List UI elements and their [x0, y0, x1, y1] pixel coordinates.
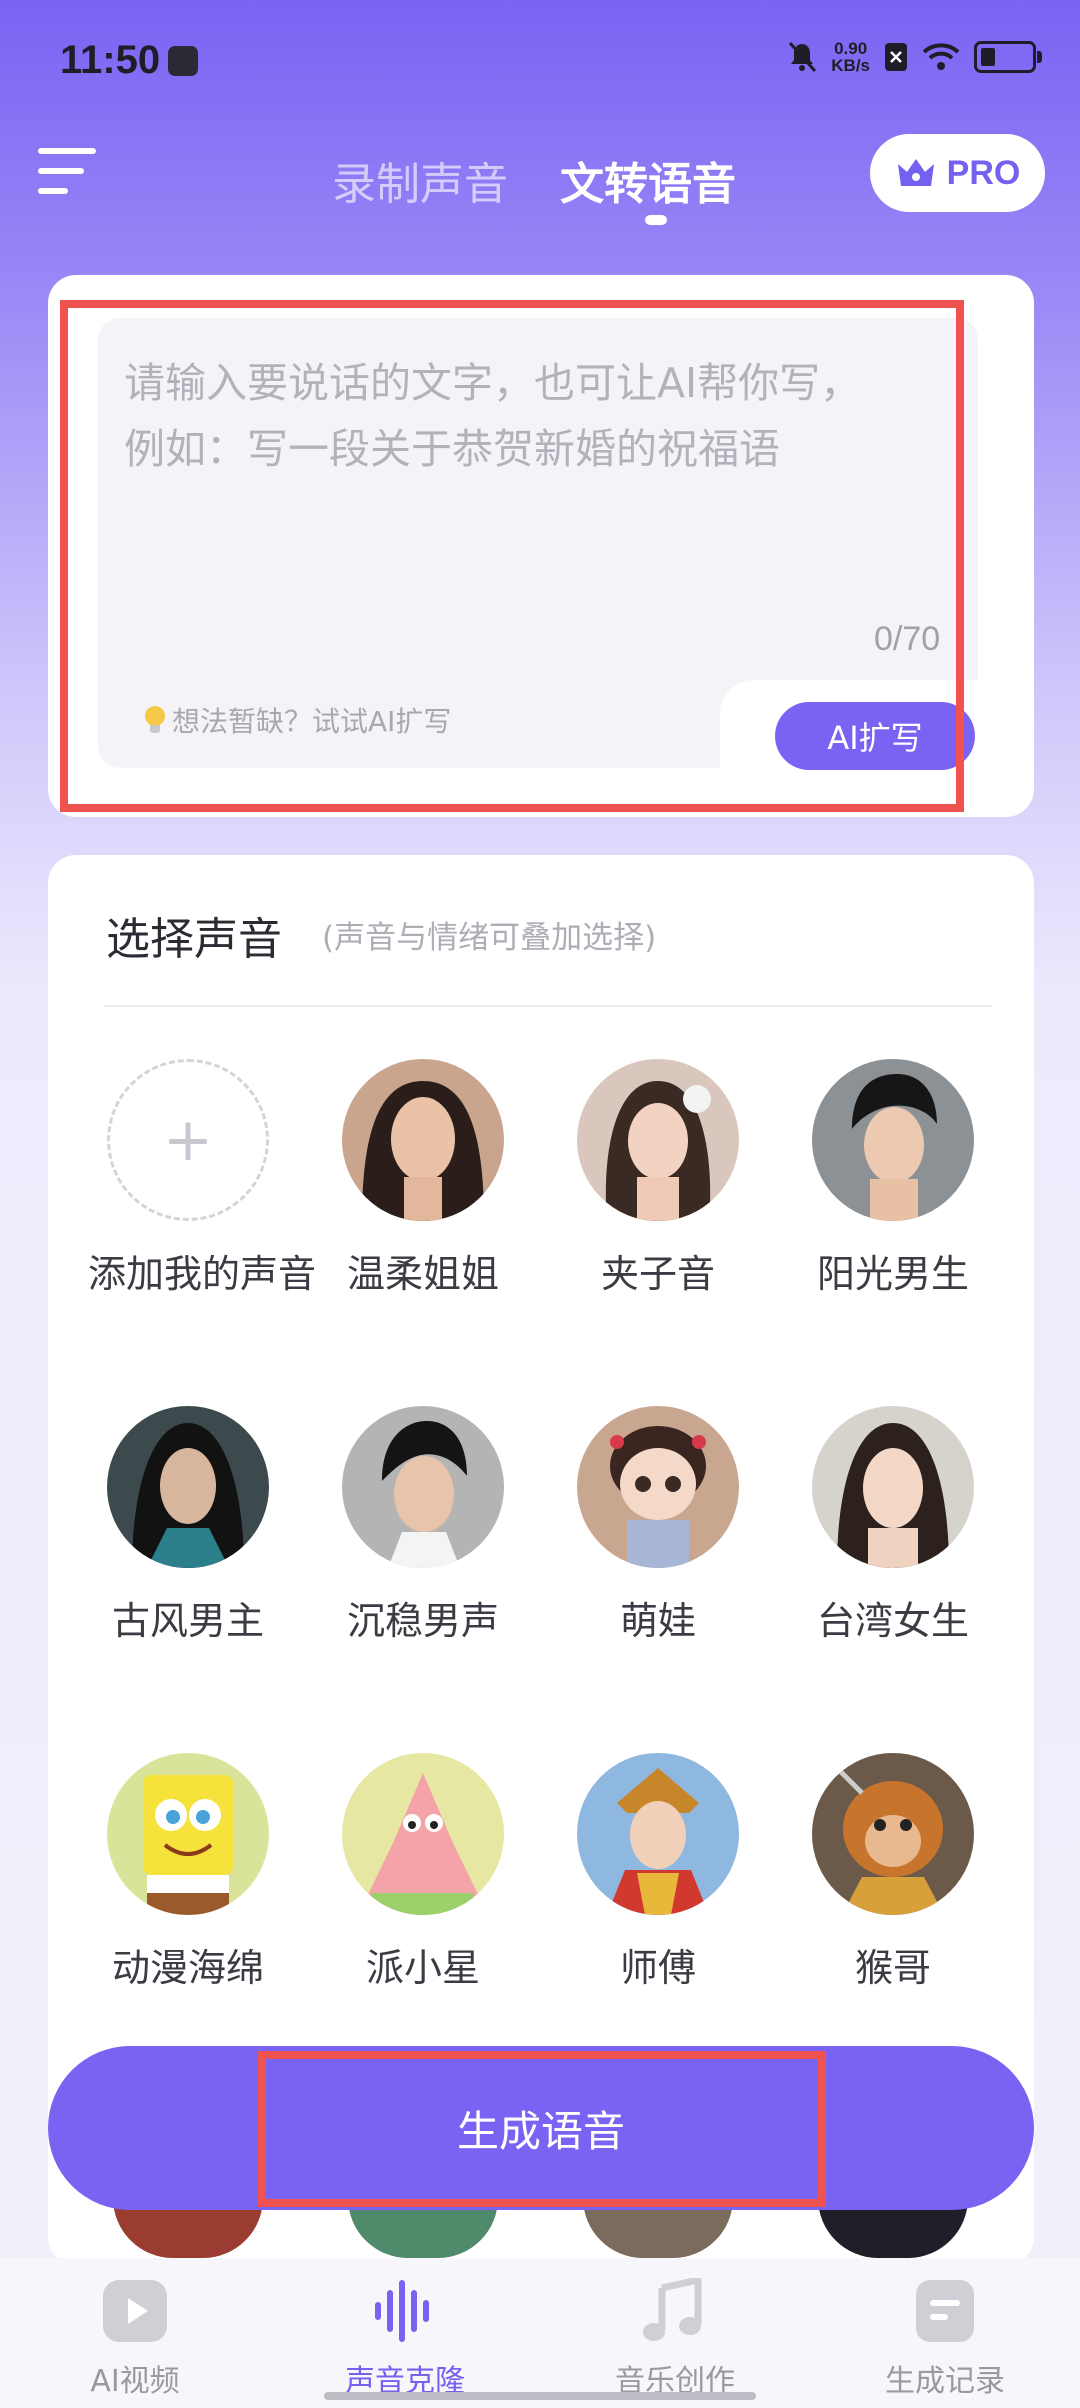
- divider: [104, 1005, 992, 1007]
- add-icon: +: [107, 1059, 269, 1221]
- nav-label: 生成记录: [885, 2364, 1005, 2399]
- mute-bell-icon: [789, 42, 817, 72]
- voice-label: 温柔姐姐: [346, 1252, 499, 1296]
- voice-option-patrick[interactable]: 派小星: [323, 1753, 523, 1992]
- voice-option-monkey-bro[interactable]: 猴哥: [793, 1753, 993, 1992]
- nav-ai-video[interactable]: AI视频: [0, 2258, 270, 2408]
- voice-option-cute-baby[interactable]: 萌娃: [558, 1406, 758, 1645]
- voice-option-master[interactable]: 师傅: [558, 1753, 758, 1992]
- tab-record-voice[interactable]: 录制声音: [332, 148, 508, 212]
- crown-icon: [897, 159, 934, 186]
- voice-section-title: 选择声音: [106, 914, 282, 965]
- nav-label: AI视频: [90, 2364, 180, 2399]
- voice-label: 萌娃: [619, 1599, 696, 1643]
- video-play-icon: [100, 2278, 170, 2344]
- avatar: [577, 1406, 739, 1568]
- pro-label: PRO: [946, 153, 1021, 192]
- sim-off-icon: [885, 43, 907, 71]
- record-list-icon: [910, 2278, 980, 2344]
- voice-label: 阳光男生: [816, 1252, 969, 1296]
- voice-label: 添加我的声音: [88, 1252, 317, 1296]
- active-tab-indicator: [645, 215, 667, 225]
- battery-icon: [974, 41, 1042, 73]
- avatar: [107, 1753, 269, 1915]
- voice-label: 沉稳男声: [346, 1599, 499, 1643]
- voice-option-ancient-hero[interactable]: 古风男主: [88, 1406, 288, 1645]
- voice-option-taiwan-girl[interactable]: 台湾女生: [793, 1406, 993, 1645]
- voice-option-gentle-sister[interactable]: 温柔姐姐: [323, 1059, 523, 1298]
- wifi-icon: [922, 43, 960, 70]
- voice-label: 古风男主: [111, 1599, 264, 1643]
- bottom-navigation: AI视频 声音克隆 音乐创作 生成记录: [0, 2258, 1080, 2408]
- avatar: [812, 1059, 974, 1221]
- avatar: [342, 1059, 504, 1221]
- message-notification-icon: [168, 46, 198, 76]
- home-indicator[interactable]: [324, 2392, 756, 2400]
- avatar: [577, 1059, 739, 1221]
- voice-option-anime-sponge[interactable]: 动漫海绵: [88, 1753, 288, 1992]
- pro-button[interactable]: PRO: [870, 134, 1045, 212]
- soundwave-icon: [370, 2278, 440, 2344]
- nav-voice-clone[interactable]: 声音克隆: [270, 2258, 540, 2408]
- text-input-highlight-box: [60, 300, 964, 812]
- voice-label: 派小星: [365, 1946, 480, 1990]
- avatar: [342, 1753, 504, 1915]
- tab-text-to-speech[interactable]: 文转语音: [560, 148, 736, 212]
- music-note-icon: [640, 2275, 710, 2344]
- voice-label: 师傅: [619, 1946, 696, 1990]
- voice-option-calm-male[interactable]: 沉稳男声: [323, 1406, 523, 1645]
- avatar: [107, 1406, 269, 1568]
- voice-label: 猴哥: [854, 1946, 931, 1990]
- status-time: 11:50: [60, 38, 161, 82]
- voice-label: 台湾女生: [816, 1599, 969, 1643]
- avatar: [812, 1753, 974, 1915]
- nav-generation-history[interactable]: 生成记录: [810, 2258, 1080, 2408]
- voice-label: 夹子音: [600, 1252, 715, 1296]
- generate-button-highlight-box: [258, 2051, 826, 2207]
- voice-option-add[interactable]: + 添加我的声音: [88, 1059, 317, 1298]
- avatar: [342, 1406, 504, 1568]
- voice-option-clip-voice[interactable]: 夹子音: [558, 1059, 758, 1298]
- voice-option-sunny-boy[interactable]: 阳光男生: [793, 1059, 993, 1298]
- voice-section-subtitle: (声音与情绪可叠加选择): [322, 920, 657, 956]
- menu-button[interactable]: [38, 148, 96, 198]
- status-indicators: 0.90 KB/s: [787, 39, 1042, 75]
- avatar: [812, 1406, 974, 1568]
- network-speed: 0.90 KB/s: [831, 39, 870, 75]
- voice-label: 动漫海绵: [111, 1946, 264, 1990]
- avatar: [577, 1753, 739, 1915]
- nav-music-creation[interactable]: 音乐创作: [540, 2258, 810, 2408]
